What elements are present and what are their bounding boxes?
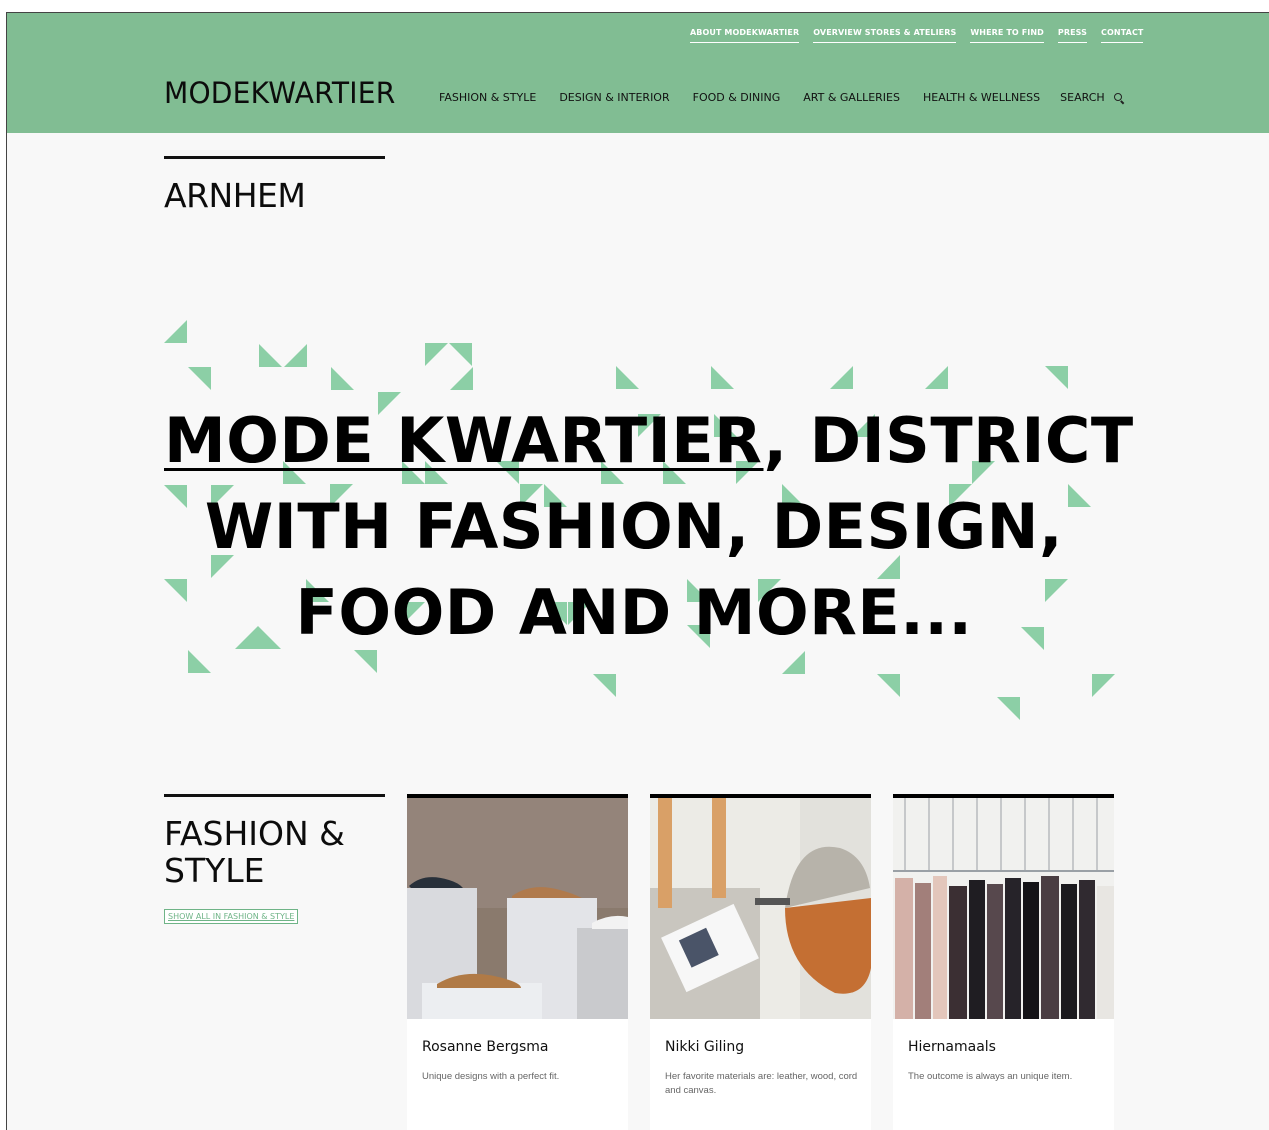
card-name[interactable]: Hiernamaals (908, 1039, 996, 1055)
bag-photo[interactable] (650, 798, 871, 1019)
section-rule (164, 794, 385, 797)
card-description: Her favorite materials are: leather, woo… (665, 1071, 858, 1096)
show-all-fashion-style-button[interactable]: SHOW ALL IN FASHION & STYLE (164, 909, 299, 924)
clothing-rack-photo[interactable] (893, 798, 1114, 1019)
browser-viewport: ABOUT MODEKWARTIER OVERVIEW STORES & ATE… (6, 12, 1269, 1130)
card-name[interactable]: Rosanne Bergsma (422, 1039, 548, 1055)
hero-link-modekwartier[interactable]: MODE KWARTIER (164, 404, 764, 477)
hero-headline: MODE KWARTIER, DISTRICT WITH FASHION, DE… (164, 398, 1133, 656)
hero-line2: WITH FASHION, DESIGN, (204, 490, 1064, 563)
store-card-rosanne-bergsma[interactable]: Rosanne Bergsma Unique designs with a pe… (407, 794, 628, 1130)
store-card-hiernamaals[interactable]: Hiernamaals The outcome is always an uni… (893, 794, 1114, 1130)
hero-line3: FOOD AND MORE... (295, 576, 973, 649)
shoes-photo[interactable] (407, 798, 628, 1019)
hero-line1-rest: , DISTRICT (763, 404, 1134, 477)
card-description: Unique designs with a perfect fit. (422, 1071, 560, 1082)
card-description: The outcome is always an unique item. (908, 1071, 1073, 1082)
store-card-nikki-giling[interactable]: Nikki Giling Her favorite materials are:… (650, 794, 871, 1130)
section-title: FASHION & STYLE (164, 814, 345, 890)
card-name[interactable]: Nikki Giling (665, 1039, 744, 1055)
